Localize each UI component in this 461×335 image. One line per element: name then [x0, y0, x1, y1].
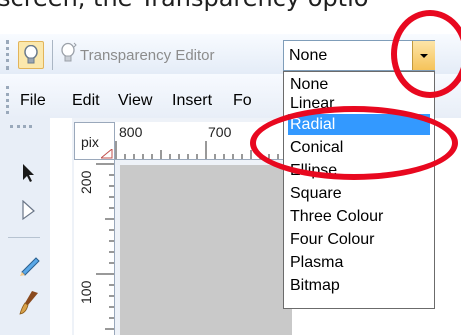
- annotation-circle-dropdown-arrow: [391, 10, 461, 98]
- contour-arrow-icon[interactable]: [20, 200, 36, 222]
- transparency-type-value: None: [289, 47, 328, 64]
- toolbox-separator: [8, 237, 40, 238]
- menu-view[interactable]: View: [118, 92, 152, 110]
- vertical-ruler[interactable]: 200 100: [74, 160, 115, 335]
- menu-insert[interactable]: Insert: [172, 92, 212, 110]
- brush-icon[interactable]: [18, 289, 42, 315]
- menu-format[interactable]: Fo: [233, 92, 252, 110]
- transparency-editor-icon[interactable]: [60, 42, 78, 66]
- transparency-editor-button[interactable]: Transparency Editor: [80, 47, 215, 64]
- ruler-units-box[interactable]: pix: [74, 122, 115, 160]
- h-tick-label: 800: [119, 124, 143, 140]
- menu-file[interactable]: File: [20, 92, 46, 110]
- toolbox-grip[interactable]: [10, 125, 32, 128]
- annotation-ellipse-radial-option: [250, 106, 458, 180]
- transparency-tool-button[interactable]: [18, 41, 44, 69]
- caption-text: screen, the Transparency optio: [0, 0, 368, 12]
- toolbar-separator: [52, 40, 53, 70]
- ruler-origin-icon: [101, 149, 113, 159]
- pen-icon[interactable]: [18, 252, 42, 276]
- ruler-units-label: pix: [81, 134, 99, 150]
- h-tick-label: 700: [208, 124, 232, 140]
- v-tick-label: 100: [78, 280, 94, 304]
- option-plasma[interactable]: Plasma: [288, 252, 430, 273]
- option-bitmap[interactable]: Bitmap: [288, 275, 430, 296]
- option-four-colour[interactable]: Four Colour: [288, 229, 430, 250]
- menu-edit[interactable]: Edit: [72, 92, 100, 110]
- selector-arrow-icon[interactable]: [20, 163, 36, 183]
- v-tick-label: 200: [78, 170, 94, 194]
- page-canvas[interactable]: [120, 165, 292, 335]
- bulb-icon: [24, 45, 38, 64]
- menubar-grip[interactable]: [6, 86, 13, 114]
- option-three-colour[interactable]: Three Colour: [288, 206, 430, 227]
- toolbar-grip[interactable]: [6, 40, 13, 70]
- option-square[interactable]: Square: [288, 183, 430, 204]
